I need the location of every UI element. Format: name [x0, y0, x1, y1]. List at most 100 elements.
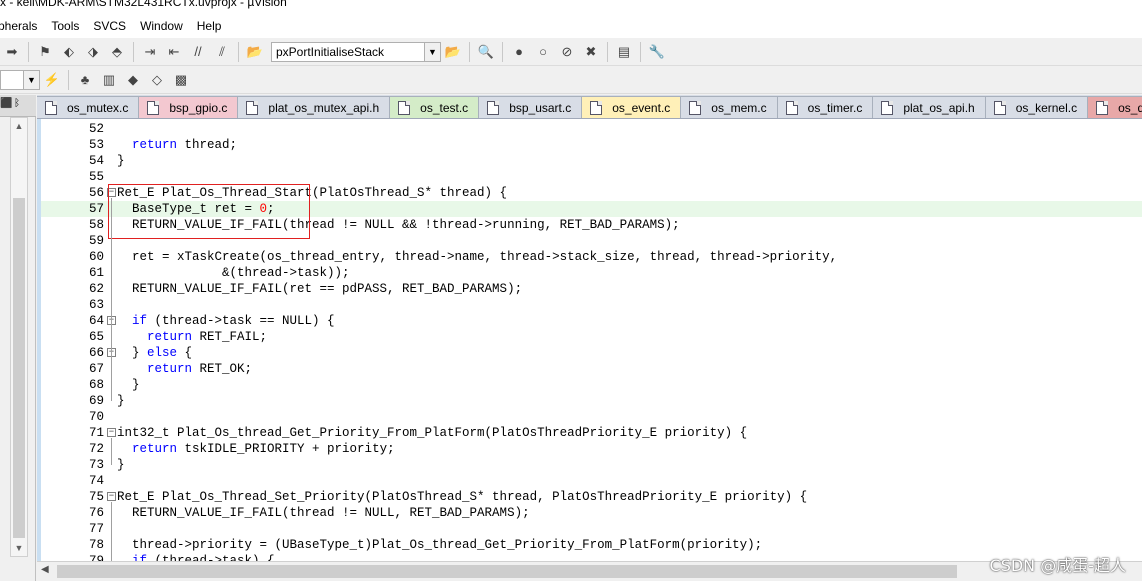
line-number: 67 — [88, 362, 104, 376]
horizontal-scroll-thumb[interactable] — [57, 565, 957, 578]
disable-breakpoint-icon[interactable]: ⊘ — [557, 42, 577, 62]
tab-plat-os-api-h[interactable]: plat_os_api.h — [873, 96, 986, 118]
code-line[interactable]: 77 — [41, 521, 1142, 537]
panel-vertical-scrollbar[interactable]: ▲ ▼ — [10, 117, 28, 557]
kill-breakpoint-icon[interactable]: ✖ — [581, 42, 601, 62]
target-select-combo[interactable]: ▼ — [0, 69, 40, 90]
tab-label: os_timer.c — [807, 101, 863, 115]
tab-os-test-c[interactable]: os_test.c — [390, 96, 480, 118]
menu-item-svcs[interactable]: SVCS — [93, 19, 140, 33]
indent-icon[interactable]: ⇥ — [140, 42, 160, 62]
tab-os-mutex-c[interactable]: os_mutex.c — [37, 96, 140, 118]
menu-item-pherals[interactable]: pherals — [0, 19, 51, 33]
code-line[interactable]: 69} — [41, 393, 1142, 409]
code-line[interactable]: 75− Ret_E Plat_Os_Thread_Set_Priority(Pla… — [41, 489, 1142, 505]
editor-horizontal-scrollbar[interactable]: ◀ — [37, 561, 1142, 581]
component-icon[interactable]: ♣ — [75, 70, 95, 90]
chevron-down-icon[interactable]: ▼ — [23, 70, 39, 89]
run-icon[interactable]: ▩ — [171, 70, 191, 90]
chevron-down-icon[interactable]: ▼ — [424, 42, 440, 61]
code-line[interactable]: 52 — [41, 121, 1142, 137]
panel-close-icon[interactable]: ⬛ — [0, 98, 12, 109]
function-search-combo[interactable]: pxPortInitialiseStack ▼ — [271, 41, 441, 62]
file-icon — [246, 101, 259, 115]
file-extensions-icon[interactable]: ▥ — [99, 70, 119, 90]
code-line[interactable]: 76 RETURN_VALUE_IF_FAIL(thread != NULL, … — [41, 505, 1142, 521]
menu-item-help[interactable]: Help — [197, 19, 236, 33]
code-line[interactable]: 61 &(thread->task)); — [41, 265, 1142, 281]
arrow-right-icon[interactable]: ➡ — [2, 42, 22, 62]
code-line[interactable]: 71− int32_t Plat_Os_thread_Get_Priority_F… — [41, 425, 1142, 441]
tab-os-timer-c[interactable]: os_timer.c — [777, 96, 874, 118]
code-line[interactable]: 64− if (thread->task == NULL) { — [41, 313, 1142, 329]
code-line[interactable]: 53 return thread; — [41, 137, 1142, 153]
code-line[interactable]: 74 — [41, 473, 1142, 489]
code-editor[interactable]: 79 if (thread->task) {78 thread->priorit… — [37, 119, 1142, 561]
tab-label: bsp_gpio.c — [169, 101, 228, 115]
tab-os-qu[interactable]: os_qu — [1088, 96, 1142, 118]
bookmark-clear-icon[interactable]: ⬘ — [107, 42, 127, 62]
line-number: 59 — [88, 234, 104, 248]
flag-icon[interactable]: ⚑ — [35, 42, 55, 62]
code-text: ret = xTaskCreate(os_thread_entry, threa… — [117, 250, 838, 264]
code-line[interactable]: 67 return RET_OK; — [41, 361, 1142, 377]
uncomment-icon[interactable]: ⫽ — [212, 42, 232, 62]
bookmark-prev-icon[interactable]: ⬖ — [59, 42, 79, 62]
code-line[interactable]: 65 return RET_FAIL; — [41, 329, 1142, 345]
pack-installer-icon[interactable]: ◇ — [147, 70, 167, 90]
fold-toggle-icon[interactable]: − — [107, 492, 116, 501]
file-icon — [45, 101, 57, 115]
fold-guide-line — [111, 198, 112, 401]
code-line[interactable]: 79 if (thread->task) { — [41, 553, 1142, 561]
open-file-icon[interactable]: 📂 — [443, 42, 463, 62]
pack-icon[interactable]: ◆ — [123, 70, 143, 90]
comment-icon[interactable]: // — [188, 42, 208, 62]
code-line[interactable]: 70 — [41, 409, 1142, 425]
code-line[interactable]: 78 thread->priority = (UBaseType_t)Plat_… — [41, 537, 1142, 553]
line-number: 69 — [88, 394, 104, 408]
tab-label: plat_os_api.h — [903, 101, 975, 115]
find-icon[interactable]: 🔍 — [476, 42, 496, 62]
scroll-up-icon[interactable]: ▲ — [11, 118, 27, 134]
window-layout-icon[interactable]: ▤ — [614, 42, 634, 62]
menu-item-tools[interactable]: Tools — [51, 19, 93, 33]
insert-breakpoint-icon[interactable]: ● — [509, 42, 529, 62]
menu-bar: pherals Tools SVCS Window Help — [0, 14, 1142, 38]
code-line[interactable]: 63 — [41, 297, 1142, 313]
scroll-thumb[interactable] — [13, 198, 25, 538]
pin-icon[interactable]: ᛒ — [14, 98, 20, 109]
scroll-down-icon[interactable]: ▼ — [11, 540, 27, 556]
bookmark-next-icon[interactable]: ⬗ — [83, 42, 103, 62]
code-line[interactable]: 68 } — [41, 377, 1142, 393]
fold-guide-line — [111, 438, 112, 465]
code-line[interactable]: 73} — [41, 457, 1142, 473]
code-line[interactable]: 72 return tskIDLE_PRIORITY + priority; — [41, 441, 1142, 457]
code-text: if (thread->task == NULL) { — [132, 314, 335, 328]
code-line[interactable]: 66− } else { — [41, 345, 1142, 361]
tab-os-kernel-c[interactable]: os_kernel.c — [985, 96, 1089, 118]
code-line[interactable]: 62 RETURN_VALUE_IF_FAIL(ret == pdPASS, R… — [41, 281, 1142, 297]
file-icon — [785, 101, 798, 115]
settings-wrench-icon[interactable]: 🔧 — [647, 42, 667, 62]
watermark: CSDN @咸蛋-超人 — [989, 556, 1126, 575]
open-file-icon[interactable]: 📂 — [245, 42, 265, 62]
menu-item-window[interactable]: Window — [140, 19, 197, 33]
enable-breakpoint-icon[interactable]: ○ — [533, 42, 553, 62]
code-text: return RET_FAIL; — [147, 330, 268, 344]
file-icon — [689, 101, 702, 115]
tab-os-event-c[interactable]: os_event.c — [582, 96, 682, 118]
tab-bsp-usart-c[interactable]: bsp_usart.c — [479, 96, 583, 118]
code-line[interactable]: 54} — [41, 153, 1142, 169]
tab-bsp-gpio-c[interactable]: bsp_gpio.c — [139, 96, 239, 118]
fold-toggle-icon[interactable]: − — [107, 428, 116, 437]
window-title-bar: x - keil\MDK-ARM\STM32L431RCTx.uvprojx -… — [0, 0, 1142, 14]
line-number: 55 — [88, 170, 104, 184]
tab-os-mem-c[interactable]: os_mem.c — [681, 96, 778, 118]
code-line[interactable]: 60 ret = xTaskCreate(os_thread_entry, th… — [41, 249, 1142, 265]
scroll-left-icon[interactable]: ◀ — [41, 564, 49, 575]
magic-wand-icon[interactable]: ⚡ — [42, 70, 62, 90]
unindent-icon[interactable]: ⇤ — [164, 42, 184, 62]
tab-plat-os-mutex-api-h[interactable]: plat_os_mutex_api.h — [238, 96, 391, 118]
fold-guide-line — [111, 502, 112, 561]
code-line[interactable]: 55 — [41, 169, 1142, 185]
